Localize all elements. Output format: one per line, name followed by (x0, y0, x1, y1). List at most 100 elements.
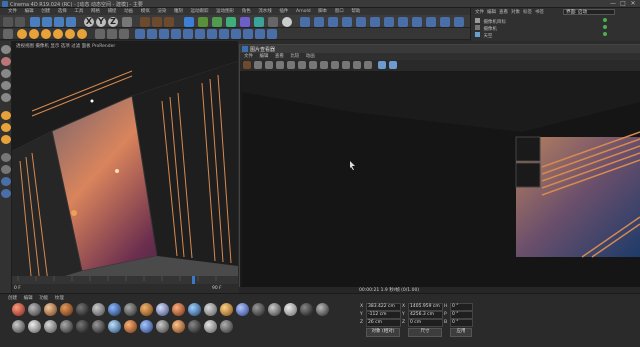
material-swatch[interactable] (92, 320, 105, 333)
edges-mode-icon[interactable] (1, 81, 11, 90)
extra-tool-icon[interactable] (454, 17, 464, 27)
menu-item[interactable]: 编辑 (259, 54, 268, 59)
material-swatch[interactable] (156, 303, 169, 316)
om-tab[interactable]: 书签 (535, 9, 544, 15)
material-swatch[interactable] (108, 303, 121, 316)
tool-icon[interactable] (171, 29, 181, 39)
material-swatch[interactable] (28, 320, 41, 333)
rotation-b-field[interactable]: 0 ° (450, 319, 473, 327)
maximize-button[interactable]: □ (618, 0, 628, 8)
menu-item[interactable]: 选择 (58, 9, 67, 14)
coord-mode-dropdown[interactable]: 对象 (相对) (366, 328, 400, 337)
material-swatch[interactable] (268, 303, 281, 316)
material-swatch[interactable] (220, 320, 233, 333)
viewport-menu[interactable]: 透视视图 摄像机 显示 选项 过滤 面板 ProRender (16, 43, 115, 49)
tool-icon[interactable] (1, 153, 11, 162)
snap-icon[interactable] (17, 29, 27, 39)
workplane-icon[interactable] (119, 29, 129, 39)
camera-icon[interactable] (268, 17, 278, 27)
object-row[interactable]: 摄像机目标 (475, 18, 506, 25)
material-swatch[interactable] (44, 320, 57, 333)
position-x-field[interactable]: 383.422 cm (366, 303, 401, 311)
menu-item[interactable]: 运动跟踪 (191, 9, 209, 14)
compare-icon[interactable] (389, 61, 397, 69)
size-mode-dropdown[interactable]: 尺寸 (408, 328, 442, 337)
rotation-h-field[interactable]: 0 ° (450, 303, 473, 311)
menu-item[interactable]: 文件 (244, 54, 253, 59)
tool-icon[interactable] (147, 29, 157, 39)
menu-item[interactable]: 插件 (279, 9, 288, 14)
material-swatch[interactable] (300, 303, 313, 316)
render-canvas[interactable] (242, 72, 640, 290)
material-swatch[interactable] (76, 320, 89, 333)
menu-item[interactable]: 动画 (124, 9, 133, 14)
material-swatch[interactable] (140, 320, 153, 333)
menu-item[interactable]: 帮助 (351, 9, 360, 14)
menu-item[interactable]: 文件 (8, 9, 17, 14)
tool-icon[interactable] (364, 61, 372, 69)
menu-item[interactable]: 比较 (290, 54, 299, 59)
save-icon[interactable] (265, 61, 273, 69)
extra-tool-icon[interactable] (384, 17, 394, 27)
material-swatch[interactable] (12, 320, 25, 333)
minimize-button[interactable]: — (608, 0, 618, 8)
tool-icon[interactable] (267, 29, 277, 39)
menu-item[interactable]: 模拟 (141, 9, 150, 14)
material-swatch[interactable] (28, 303, 41, 316)
object-row[interactable]: 天空 (475, 32, 492, 39)
material-swatch[interactable] (124, 303, 137, 316)
tool-icon[interactable] (255, 29, 265, 39)
model-mode-icon[interactable] (1, 45, 11, 54)
workplane-icon[interactable] (95, 29, 105, 39)
tool-icon[interactable] (183, 29, 193, 39)
axis-y-icon[interactable]: Y (96, 17, 106, 27)
timeline[interactable]: 0 F 90 F (12, 276, 238, 293)
subdivision-icon[interactable] (212, 17, 222, 27)
render-picture-icon[interactable] (152, 17, 162, 27)
tool-icon[interactable] (1, 165, 11, 174)
visibility-icon[interactable] (603, 25, 607, 29)
menu-item[interactable]: 渲染 (157, 9, 166, 14)
undo-icon[interactable] (3, 17, 13, 27)
material-swatch[interactable] (220, 303, 233, 316)
size-z-field[interactable]: 0 cm (408, 319, 443, 327)
material-swatch[interactable] (172, 320, 185, 333)
texture-mode-icon[interactable] (1, 57, 11, 66)
tool-icon[interactable] (309, 61, 317, 69)
tool-icon[interactable] (1, 189, 11, 198)
extra-tool-icon[interactable] (412, 17, 422, 27)
material-swatch[interactable] (108, 320, 121, 333)
tool-icon[interactable] (320, 61, 328, 69)
material-swatch[interactable] (60, 320, 73, 333)
snap-toggle-icon[interactable] (1, 111, 11, 120)
select-icon[interactable] (30, 17, 40, 27)
tool-icon[interactable] (298, 61, 306, 69)
tool-icon[interactable] (1, 177, 11, 186)
tool-icon[interactable] (219, 29, 229, 39)
position-y-field[interactable]: -112 cm (366, 311, 401, 319)
snap-icon[interactable] (29, 29, 39, 39)
snap-icon[interactable] (77, 29, 87, 39)
tool-icon[interactable] (353, 61, 361, 69)
tool-icon[interactable] (135, 29, 145, 39)
om-tab[interactable]: 对象 (511, 9, 520, 15)
render-view-icon[interactable] (140, 17, 150, 27)
lock-icon[interactable] (1, 123, 11, 132)
arnold-render-icon[interactable] (342, 17, 352, 27)
material-swatch[interactable] (316, 303, 329, 316)
object-row[interactable]: 摄像机 (475, 25, 497, 32)
menu-item[interactable]: 查看 (275, 54, 284, 59)
redo-icon[interactable] (15, 17, 25, 27)
tool-icon[interactable] (287, 61, 295, 69)
material-swatch[interactable] (188, 303, 201, 316)
arnold-sky-icon[interactable] (370, 17, 380, 27)
arnold-icon[interactable] (328, 17, 338, 27)
axis-z-icon[interactable]: Z (108, 17, 118, 27)
position-z-field[interactable]: 26 cm (366, 319, 401, 327)
material-swatch[interactable] (204, 303, 217, 316)
material-swatch[interactable] (12, 303, 25, 316)
menu-item[interactable]: 运动图形 (216, 9, 234, 14)
material-swatch[interactable] (92, 303, 105, 316)
tool-icon[interactable] (342, 61, 350, 69)
arnold-light-icon[interactable] (356, 17, 366, 27)
